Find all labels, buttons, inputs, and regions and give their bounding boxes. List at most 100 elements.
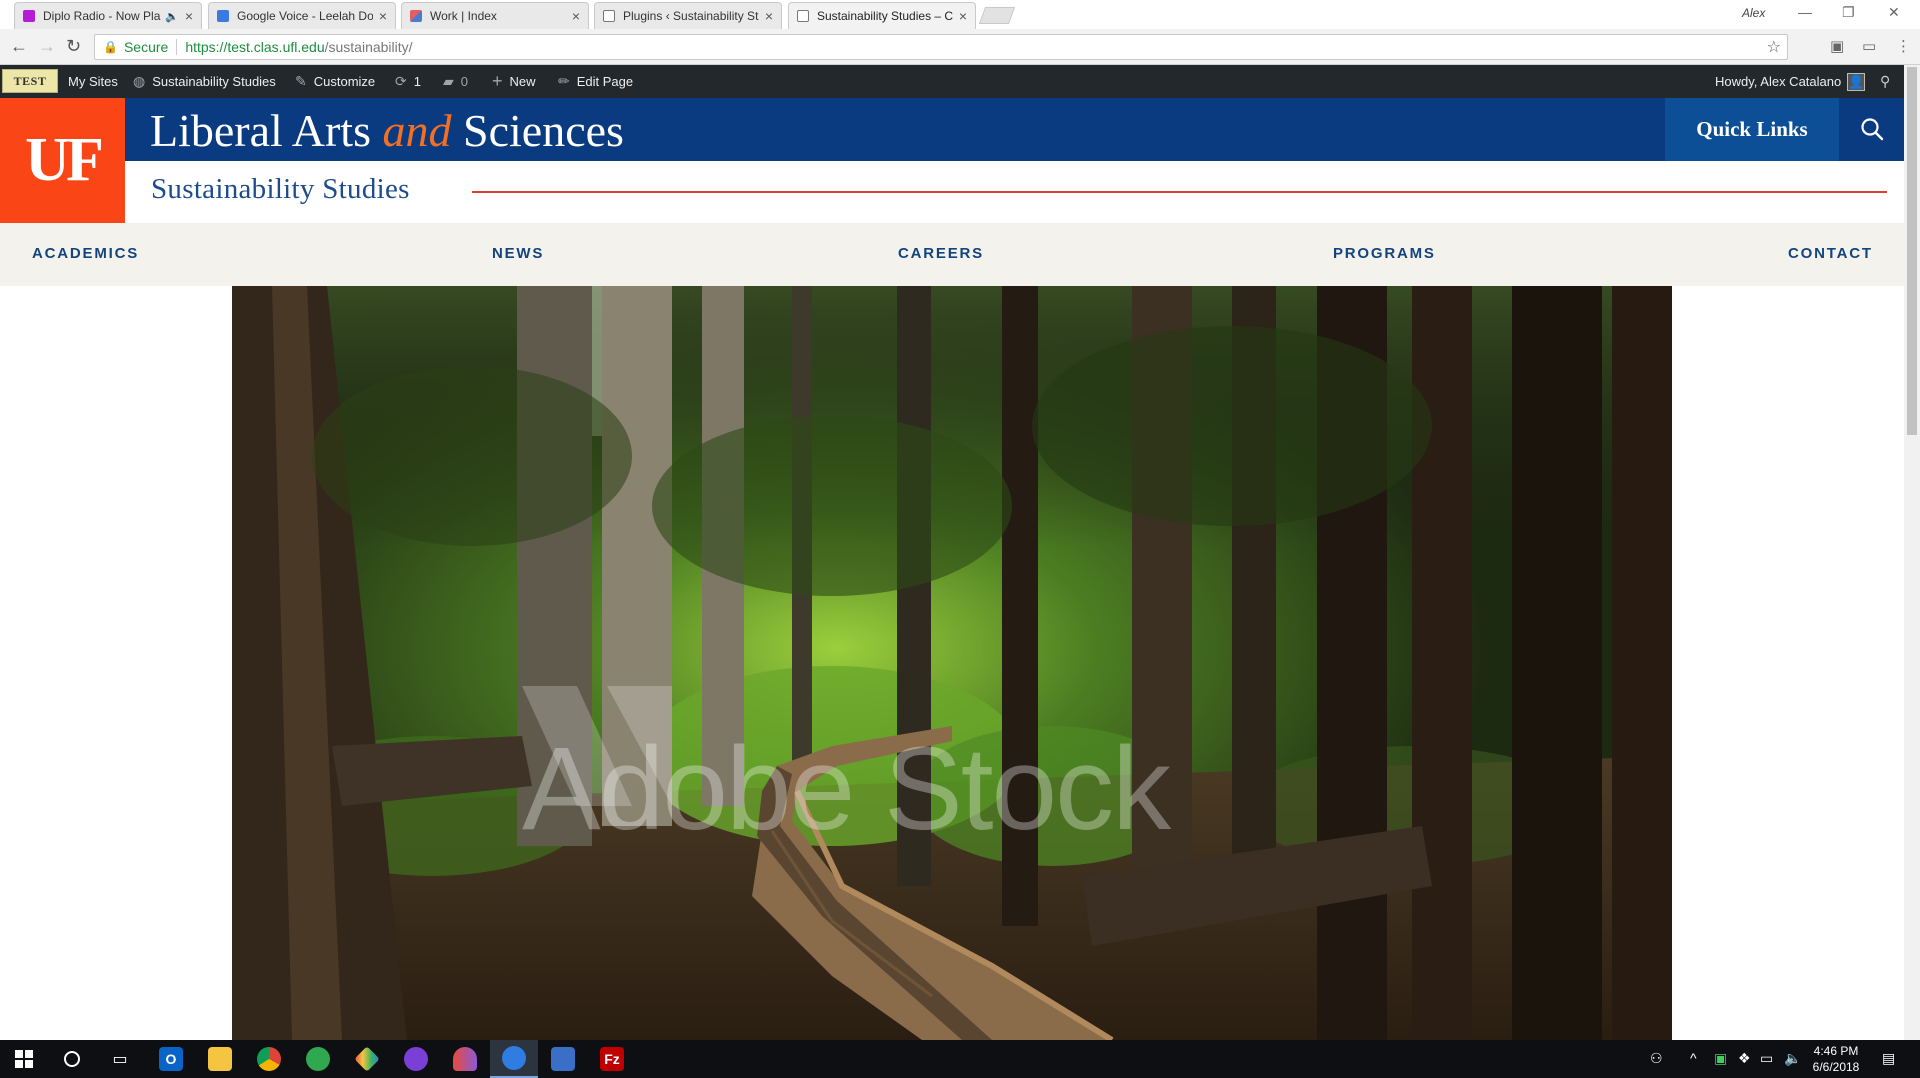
extension-icon[interactable]: ▣ (1830, 37, 1844, 55)
updates-menu[interactable]: ⟳ 1 (395, 65, 421, 98)
close-tab-icon[interactable]: × (572, 8, 580, 24)
nav-item-careers[interactable]: CAREERS (898, 245, 984, 262)
minimize-icon[interactable]: — (1798, 4, 1812, 20)
nav-item-news[interactable]: NEWS (492, 245, 544, 262)
site-menu[interactable]: ◍ Sustainability Studies (133, 65, 276, 98)
close-tab-icon[interactable]: × (379, 8, 387, 24)
app-taskbar-button[interactable] (441, 1040, 489, 1078)
url-path: /sustainability/ (324, 39, 413, 55)
network-app-taskbar-button[interactable] (539, 1040, 587, 1078)
page-scrollbar[interactable] (1904, 65, 1920, 1040)
file-explorer-taskbar-button[interactable] (196, 1040, 244, 1078)
bookmark-star-icon[interactable]: ☆ (1767, 37, 1781, 57)
cortana-circle-icon (64, 1051, 80, 1067)
forest-boardwalk-illustration (232, 286, 1672, 1040)
diamond-app-icon (354, 1046, 380, 1072)
paint-app-icon (453, 1047, 477, 1071)
task-view-button[interactable]: ▭ (96, 1040, 144, 1078)
page-favicon-icon (603, 10, 615, 22)
browser-tab[interactable]: Work | Index × (401, 2, 589, 29)
tray-app-icon[interactable]: ▣ (1714, 1050, 1727, 1067)
globe-icon (502, 1046, 526, 1070)
admin-search[interactable]: ⚲ (1880, 65, 1890, 98)
browser-tab-active[interactable]: Sustainability Studies – C × (788, 2, 976, 29)
close-window-icon[interactable]: ✕ (1888, 4, 1900, 21)
browser-tab[interactable]: Google Voice - Leelah Do × (208, 2, 396, 29)
address-bar[interactable]: 🔒 Secure https://test.clas.ufl.edu /sust… (94, 34, 1788, 60)
new-content-menu[interactable]: + New (492, 65, 536, 98)
page-favicon-icon (797, 10, 809, 22)
test-badge[interactable]: TEST (2, 69, 58, 93)
customize-menu[interactable]: ✎ Customize (295, 65, 375, 98)
comments-menu[interactable]: ▰ 0 (443, 65, 468, 98)
menu-dots-icon[interactable]: ⋮ (1896, 37, 1911, 55)
college-title[interactable]: Liberal Arts and Sciences (150, 104, 624, 157)
app-taskbar-button[interactable] (294, 1040, 342, 1078)
filezilla-taskbar-button[interactable]: Fz (588, 1040, 636, 1078)
extension-icon[interactable]: ▭ (1862, 37, 1876, 55)
chevron-up-icon[interactable]: ^ (1690, 1050, 1697, 1066)
account-menu[interactable]: Howdy, Alex Catalano 👤 (1715, 65, 1866, 98)
tab-title: Sustainability Studies – C (817, 9, 953, 23)
clock-time: 4:46 PM (1813, 1044, 1859, 1058)
diplo-radio-favicon-icon (23, 10, 35, 22)
windows-logo-icon (15, 1050, 33, 1068)
browser-tab-strip: Diplo Radio - Now Pla 🔈 × Google Voice -… (0, 0, 1920, 29)
paintbrush-icon: ✎ (295, 73, 307, 89)
outlook-taskbar-button[interactable]: O (147, 1040, 195, 1078)
chrome-taskbar-button[interactable] (245, 1040, 293, 1078)
back-arrow-icon[interactable]: ← (10, 36, 28, 57)
edit-page-link[interactable]: ✏ Edit Page (558, 65, 633, 98)
updates-count: 1 (413, 74, 421, 89)
dropbox-icon[interactable]: ❖ (1738, 1050, 1751, 1067)
browser-taskbar-button[interactable] (490, 1040, 538, 1078)
close-tab-icon[interactable]: × (765, 8, 773, 24)
start-button[interactable] (0, 1040, 48, 1078)
scrollbar-thumb[interactable] (1907, 67, 1917, 435)
site-name[interactable]: Sustainability Studies (151, 173, 410, 206)
task-view-icon: ▭ (112, 1051, 128, 1068)
comments-count: 0 (460, 74, 469, 89)
browser-tab[interactable]: Diplo Radio - Now Pla 🔈 × (14, 2, 202, 29)
nav-item-contact[interactable]: CONTACT (1788, 245, 1873, 262)
browser-tab[interactable]: Plugins ‹ Sustainability St × (594, 2, 782, 29)
close-tab-icon[interactable]: × (959, 8, 967, 24)
network-icon[interactable]: ▭ (1760, 1050, 1773, 1067)
chrome-icon (257, 1047, 281, 1071)
college-brand-bar: Liberal Arts and Sciences Quick Links (125, 98, 1904, 161)
watermark-text: Adobe Stock (522, 723, 1171, 855)
nav-item-academics[interactable]: ACADEMICS (32, 245, 139, 262)
my-sites-menu[interactable]: My Sites (68, 65, 118, 98)
comment-bubble-icon: ▰ (443, 73, 454, 89)
profile-name[interactable]: Alex (1742, 6, 1765, 20)
system-clock[interactable]: 4:46 PM 6/6/2018 (1806, 1043, 1866, 1075)
pencil-icon: ✏ (558, 73, 570, 89)
windows-taskbar: ▭ O Fz ⚇ ^ ▣ ❖ ▭ 🔈 4:46 PM 6/6/2018 ▤ (0, 1040, 1920, 1078)
hero-image: Adobe Stock (232, 286, 1672, 1040)
uf-logo[interactable]: UF (0, 98, 125, 223)
reload-icon[interactable]: ↻ (66, 36, 81, 57)
people-icon[interactable]: ⚇ (1650, 1050, 1663, 1067)
outlook-icon: O (159, 1047, 183, 1071)
audio-playing-icon[interactable]: 🔈 (165, 10, 179, 23)
cortana-button[interactable] (48, 1040, 96, 1078)
close-tab-icon[interactable]: × (185, 8, 193, 24)
folder-icon (208, 1047, 232, 1071)
header-search-button[interactable] (1839, 98, 1904, 161)
action-center-icon[interactable]: ▤ (1882, 1050, 1895, 1067)
dashboard-icon: ◍ (133, 73, 146, 89)
search-icon (1860, 117, 1883, 140)
volume-icon[interactable]: 🔈 (1784, 1050, 1801, 1067)
restore-icon[interactable]: ❐ (1842, 4, 1855, 21)
new-tab-button[interactable] (978, 7, 1016, 24)
app-taskbar-button[interactable] (392, 1040, 440, 1078)
title-and: and (382, 105, 452, 156)
avatar: 👤 (1847, 72, 1866, 91)
filezilla-icon: Fz (600, 1047, 624, 1071)
quick-links-button[interactable]: Quick Links (1665, 98, 1839, 161)
purple-app-icon (404, 1047, 428, 1071)
forward-arrow-icon[interactable]: → (38, 36, 56, 57)
nav-item-programs[interactable]: PROGRAMS (1333, 245, 1436, 262)
my-sites-label: My Sites (68, 74, 118, 89)
app-taskbar-button[interactable] (343, 1040, 391, 1078)
